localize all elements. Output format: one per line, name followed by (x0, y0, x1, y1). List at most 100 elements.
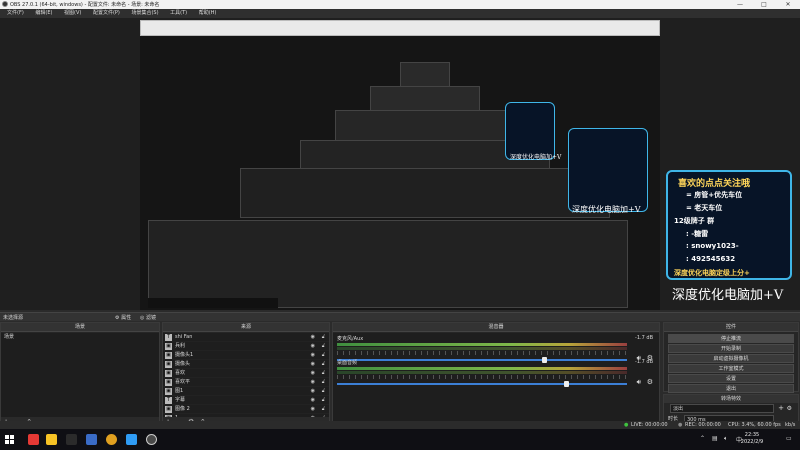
lock-icon[interactable]: 🔓︎ (322, 387, 325, 396)
network-icon[interactable]: ▤ (712, 435, 718, 442)
close-button[interactable]: ✕ (776, 0, 800, 9)
obs-window: OBS 27.0.1 (64-bit, windows) - 配置文件: 未命名… (0, 0, 800, 450)
lock-icon[interactable]: 🔓︎ (322, 351, 325, 360)
sources-dock: 来源 Tshi Fan ◉ 🔓︎ ▣ 兵利 ◉ 🔓︎ ▣ 摄像头1 ◉ 🔓︎ ▣ 摄像头 ◉ 🔓︎ ▣… (162, 322, 330, 428)
exit-button[interactable]: 退出 (668, 384, 794, 393)
promo-line-5: : snowy1023- (686, 242, 739, 250)
volume-meter (337, 371, 627, 374)
scenes-dock: 场景 场景 + − ⌃ ⌄ (0, 322, 160, 428)
obs-taskbar-icon[interactable] (146, 434, 157, 445)
live-indicator-icon: ● (624, 422, 629, 428)
promo-line-4: : -糖雷 (686, 230, 709, 238)
source-item[interactable]: T 字幕 ◉ 🔓︎ (163, 396, 329, 405)
volume-icon[interactable]: 🔈︎ (724, 435, 728, 443)
source-item[interactable]: ▣ 喜欢平 ◉ 🔓︎ (163, 378, 329, 387)
source-item[interactable]: ▣ 摄像头 ◉ 🔓︎ (163, 360, 329, 369)
eye-icon[interactable]: ◉ (311, 405, 315, 414)
nested-preview-5 (240, 168, 610, 218)
promo-line-3: 12级牌子 群 (674, 217, 715, 225)
clock[interactable]: 22:35 2022/2/9 (732, 432, 772, 446)
eye-icon[interactable]: ◉ (311, 378, 315, 387)
app-yellow-icon[interactable] (46, 434, 57, 445)
promo-line-1: = 房管+优先车位 (686, 191, 743, 199)
text-source-icon: T (165, 334, 172, 341)
source-item[interactable]: ▣ 图像 2 ◉ 🔓︎ (163, 405, 329, 414)
menu-edit[interactable]: 编辑(E) (32, 9, 55, 18)
scenes-header: 场景 (1, 323, 159, 332)
promo-line-7: 深度优化电脑定级上分+ (674, 269, 750, 277)
tray-chevron-icon[interactable]: ⌃ (700, 435, 705, 442)
scene-item[interactable]: 场景 (1, 333, 159, 341)
chrome-icon[interactable] (106, 434, 117, 445)
nested-window-titlebar (140, 20, 660, 36)
minimize-button[interactable]: — (728, 0, 752, 9)
source-item[interactable]: ▣ 摄像头1 ◉ 🔓︎ (163, 351, 329, 360)
filters-button[interactable]: ◎ 滤镜 (140, 314, 156, 321)
source-item[interactable]: Tshi Fan ◉ 🔓︎ (163, 333, 329, 342)
lock-icon[interactable]: 🔓︎ (322, 333, 325, 342)
menu-scene-collection[interactable]: 场景集合(S) (128, 9, 161, 18)
steam-icon[interactable] (126, 434, 137, 445)
lock-icon[interactable]: 🔓︎ (322, 360, 325, 369)
stop-streaming-button[interactable]: 停止推流 (668, 334, 794, 343)
fader-knob[interactable] (564, 381, 569, 387)
controls-dock: 控件 停止推流 开始录制 启动虚拟摄像机 工作室模式 设置 退出 (663, 322, 799, 394)
mixer-channel-desktop: 桌面音频 -1.7 dB 🔊︎ ⚙ (335, 359, 657, 401)
transition-type-row: 淡出 + ⚙ (668, 404, 794, 413)
eye-icon[interactable]: ◉ (311, 342, 315, 351)
netease-music-icon[interactable] (28, 434, 39, 445)
windows-start-icon[interactable] (5, 435, 14, 444)
channel-db: -1.7 dB (635, 359, 653, 365)
preview-area[interactable]: 深度优化电脑加+V 深度优化电脑加+V 喜欢的点点关注哦 = 房管+优先车位 =… (0, 18, 800, 310)
menu-tools[interactable]: 工具(T) (167, 9, 190, 18)
transition-settings-button[interactable]: ⚙ (787, 404, 792, 413)
lock-icon[interactable]: 🔓︎ (322, 405, 325, 414)
menu-bar: 文件(F) 编辑(E) 视图(V) 配置文件(P) 场景集合(S) 工具(T) … (0, 9, 800, 18)
eye-icon[interactable]: ◉ (311, 396, 315, 405)
promo-title: 喜欢的点点关注哦 (678, 179, 751, 189)
eye-icon[interactable]: ◉ (311, 351, 315, 360)
image-source-icon: ▣ (165, 388, 172, 395)
add-transition-button[interactable]: + (778, 404, 784, 413)
preview-canvas[interactable]: 深度优化电脑加+V 深度优化电脑加+V (140, 20, 660, 310)
source-item[interactable]: ▣ 兵利 ◉ 🔓︎ (163, 342, 329, 351)
image-source-icon: ▣ (165, 343, 172, 350)
volume-meter (337, 343, 627, 346)
source-item[interactable]: ▣ 喜欢 ◉ 🔓︎ (163, 369, 329, 378)
gear-icon[interactable]: ⚙ (647, 378, 653, 386)
lock-icon[interactable]: 🔓︎ (322, 342, 325, 351)
source-item[interactable]: ▣ 图1 ◉ 🔓︎ (163, 387, 329, 396)
mixer-dock: 混音器 麦克风/Aux -1.7 dB 🔊︎ ⚙ 桌面音频 -1.7 dB 🔊︎ (332, 322, 660, 428)
camera-source-icon: ▣ (165, 361, 172, 368)
transition-type-select[interactable]: 淡出 (670, 404, 774, 413)
controls-buttons: 停止推流 开始录制 启动虚拟摄像机 工作室模式 设置 退出 (664, 333, 798, 394)
mixer-channels: 麦克风/Aux -1.7 dB 🔊︎ ⚙ 桌面音频 -1.7 dB 🔊︎ ⚙ (333, 333, 659, 427)
lock-icon[interactable]: 🔓︎ (322, 369, 325, 378)
folder-icon[interactable] (66, 434, 77, 445)
maximize-button[interactable]: □ (752, 0, 776, 9)
no-source-label: 未选择源 (3, 315, 24, 321)
menu-file[interactable]: 文件(F) (4, 9, 27, 18)
studio-mode-button[interactable]: 工作室模式 (668, 364, 794, 373)
menu-profile[interactable]: 配置文件(P) (90, 9, 123, 18)
promo-line-6: : 492545632 (686, 255, 736, 263)
lock-icon[interactable]: 🔓︎ (322, 396, 325, 405)
settings-button[interactable]: 设置 (668, 374, 794, 383)
start-recording-button[interactable]: 开始录制 (668, 344, 794, 353)
notification-icon[interactable]: ▭ (786, 435, 792, 442)
eye-icon[interactable]: ◉ (311, 369, 315, 378)
rec-time: REC: 00:00:00 (685, 422, 721, 428)
speaker-icon[interactable]: 🔊︎ (637, 378, 641, 387)
menu-help[interactable]: 帮助(H) (196, 9, 220, 18)
eye-icon[interactable]: ◉ (311, 360, 315, 369)
app-blue-icon[interactable] (86, 434, 97, 445)
channel-name: 桌面音频 (337, 360, 358, 366)
volume-fader[interactable] (337, 381, 627, 387)
lock-icon[interactable]: 🔓︎ (322, 378, 325, 387)
eye-icon[interactable]: ◉ (311, 387, 315, 396)
eye-icon[interactable]: ◉ (311, 333, 315, 342)
nested-caption-medium: 深度优化电脑加+V (572, 205, 641, 214)
properties-button[interactable]: ⚙ 属性 (115, 314, 131, 321)
menu-view[interactable]: 视图(V) (61, 9, 84, 18)
virtual-camera-button[interactable]: 启动虚拟摄像机 (668, 354, 794, 363)
